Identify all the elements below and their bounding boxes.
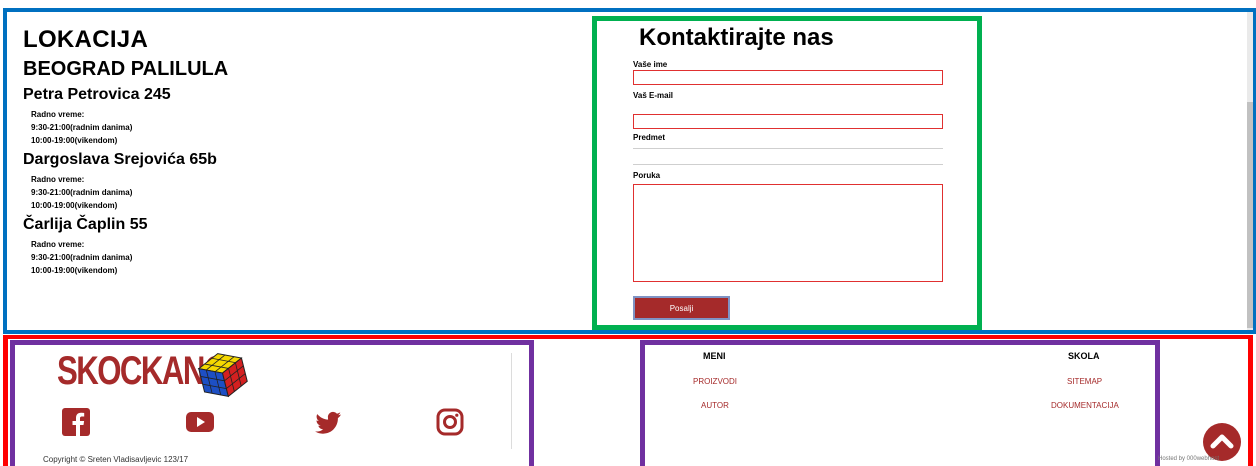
branch-address: Petra Petrovica 245 — [23, 86, 171, 103]
hosted-by-badge[interactable]: Hosted by 000webhost — [1158, 456, 1219, 462]
hours-weekend: 10:00-19:00(vikendom) — [31, 136, 118, 145]
school-heading: SKOLA — [1068, 351, 1100, 361]
name-label: Vaše ime — [633, 60, 668, 69]
scrollbar-thumb[interactable] — [1247, 102, 1253, 328]
footer-divider — [511, 353, 512, 449]
menu-link-proizvodi[interactable]: PROIZVODI — [693, 377, 737, 386]
facebook-icon[interactable] — [61, 407, 91, 437]
hours-label: Radno vreme: — [31, 110, 85, 119]
subject-field[interactable] — [633, 148, 943, 149]
branch-1: Petra Petrovica 245 Radno vreme: 9:30-21… — [23, 86, 171, 147]
menu-heading: MENI — [703, 351, 726, 361]
contact-title: Kontaktirajte nas — [639, 24, 834, 51]
hours-weekdays: 9:30-21:00(radnim danima) — [31, 123, 133, 132]
subject-label: Predmet — [633, 133, 666, 142]
location-city: BEOGRAD PALILULA — [23, 58, 229, 80]
copyright-text: Copyright © Sreten Vladisavljevic 123/17 — [43, 455, 189, 464]
branch-3: Čarlija Čaplin 55 Radno vreme: 9:30-21:0… — [23, 216, 148, 277]
subject-divider — [633, 164, 943, 165]
branch-address: Dargoslava Srejovića 65b — [23, 151, 217, 168]
school-link-sitemap[interactable]: SITEMAP — [1067, 377, 1102, 386]
hours-weekend: 10:00-19:00(vikendom) — [31, 201, 118, 210]
hours-label: Radno vreme: — [31, 175, 85, 184]
scrollbar-track[interactable] — [1247, 12, 1253, 330]
rubiks-cube-icon — [197, 353, 248, 398]
email-label: Vaš E-mail — [633, 91, 674, 100]
hours-weekdays: 9:30-21:00(radnim danima) — [31, 188, 133, 197]
youtube-icon[interactable] — [185, 407, 215, 437]
hours-label: Radno vreme: — [31, 240, 85, 249]
school-link-dokumentacija[interactable]: DOKUMENTACIJA — [1051, 401, 1119, 410]
footer-links-panel: MENI PROIZVODI AUTOR SKOLA SITEMAP DOKUM… — [640, 340, 1160, 466]
hours-weekdays: 9:30-21:00(radnim danima) — [31, 253, 133, 262]
email-field[interactable] — [633, 114, 943, 129]
location-title: LOKACIJA — [23, 26, 149, 53]
menu-link-autor[interactable]: AUTOR — [701, 401, 729, 410]
branch-2: Dargoslava Srejovića 65b Radno vreme: 9:… — [23, 151, 217, 212]
message-field[interactable] — [633, 184, 943, 282]
send-button[interactable]: Posalji — [633, 296, 730, 320]
name-field[interactable] — [633, 70, 943, 85]
twitter-icon[interactable] — [313, 407, 343, 437]
hours-weekend: 10:00-19:00(vikendom) — [31, 266, 118, 275]
message-label: Poruka — [633, 171, 661, 180]
branch-address: Čarlija Čaplin 55 — [23, 216, 148, 233]
footer-brand-panel: SKOCKANO Copyright © Sreten Vladisavljev… — [10, 340, 534, 466]
instagram-icon[interactable] — [435, 407, 465, 437]
contact-form: Kontaktirajte nas Vaše ime Vaš E-mail Pr… — [592, 16, 982, 330]
